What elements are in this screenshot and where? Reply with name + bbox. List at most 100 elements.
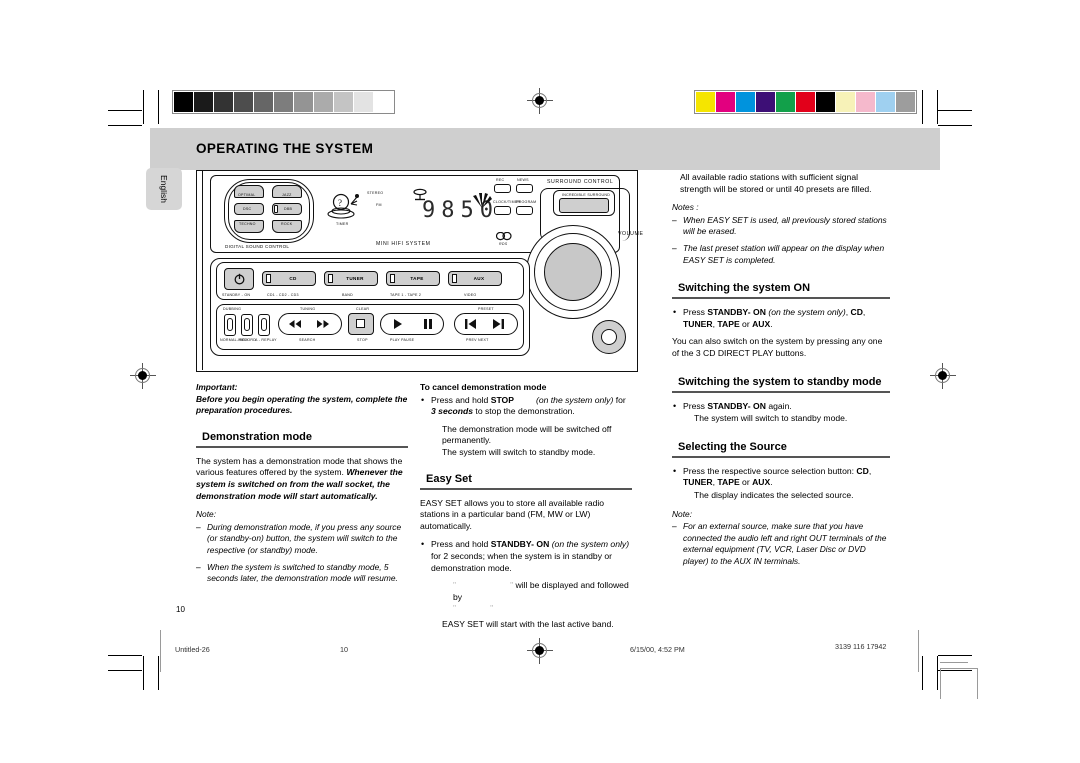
news-button[interactable]	[516, 184, 533, 193]
registration-mark	[130, 363, 156, 389]
surround-control-caption: SURROUND CONTROL	[547, 179, 614, 185]
crop-mark	[108, 655, 142, 656]
timer-label: TIMER	[336, 222, 349, 226]
prev-next-caption: PREV NEXT	[466, 338, 489, 342]
grayscale-swatch-2	[214, 92, 233, 112]
source-button-tape-sublabel: TAPE 1 - TAPE 2	[390, 293, 422, 297]
on-paren: (on the system only)	[768, 307, 846, 318]
play-icon[interactable]	[392, 318, 404, 330]
footer-right-rule	[918, 630, 919, 672]
volume-caption: VOLUME	[618, 231, 644, 237]
grayscale-calibration-bar	[172, 90, 395, 114]
standby-bullet: Press STANDBY- ON again.	[672, 401, 890, 413]
note-item: During demonstration mode, if you press …	[196, 522, 408, 557]
crop-mark	[158, 90, 159, 124]
rec-button[interactable]	[494, 184, 511, 193]
printed-page: OPERATING THE SYSTEM English OPTIMAL JAZ…	[0, 0, 1080, 763]
registration-mark	[527, 88, 553, 114]
easyset-paragraph: EASY SET allows you to store all availab…	[420, 497, 605, 531]
footer-top-rule	[940, 662, 968, 663]
note-item: For an external source, make sure that y…	[672, 521, 890, 567]
crop-mark	[108, 110, 142, 111]
registration-mark	[527, 638, 553, 664]
source-button-cd-sublabel: CD1 - CD2 - CD3	[267, 293, 299, 297]
heading-rule	[672, 297, 890, 300]
grayscale-swatch-9	[354, 92, 373, 112]
tuning-caption: TUNING	[300, 307, 316, 311]
grayscale-swatch-5	[274, 92, 293, 112]
next-track-icon[interactable]	[492, 318, 505, 330]
easyset-pre: Press and hold	[431, 539, 491, 550]
display-quote-open-2: "	[453, 603, 457, 614]
volume-knob-inner[interactable]	[544, 243, 602, 301]
dbb-indicator	[274, 205, 278, 213]
dsc-button-jazz-label: JAZZ	[282, 193, 292, 197]
on-pre: Press	[683, 307, 708, 318]
fast-forward-icon[interactable]	[316, 319, 330, 329]
source-button-tape[interactable]: TAPE	[386, 271, 440, 286]
dsc-button-dsc-label: DSC	[243, 207, 252, 211]
on-button: STANDBY- ON	[707, 307, 766, 318]
page-number: 10	[176, 605, 185, 614]
small-knob-inner	[601, 329, 617, 345]
standby-button: STANDBY- ON	[707, 400, 766, 411]
crop-mark	[938, 125, 972, 126]
standby-pre: Press	[683, 400, 708, 411]
grayscale-swatch-0	[174, 92, 193, 112]
color-swatch-8	[856, 92, 875, 112]
note-label: Note:	[672, 508, 693, 519]
play-pause-group	[380, 313, 444, 335]
crop-mark	[108, 670, 142, 671]
color-swatch-7	[836, 92, 855, 112]
cancel-line-3: The system will switch to standby mode.	[442, 446, 596, 457]
color-swatch-10	[896, 92, 915, 112]
source-button-label: CD	[289, 276, 297, 281]
left-text-column: Important: Before you begin operating th…	[196, 382, 408, 590]
program-button-label: PROGRAM	[516, 200, 537, 204]
footer-box	[940, 668, 978, 699]
source-button-tuner[interactable]: TUNER	[324, 271, 378, 286]
clock-timer-button[interactable]	[494, 206, 511, 215]
chassis-inner-edge	[202, 170, 203, 370]
right-text-column: All available radio stations with suffic…	[672, 172, 890, 572]
heading-switching-on: Switching the system ON	[678, 282, 811, 295]
dubbing-caption: DUBBING	[223, 307, 242, 311]
right-intro: All available radio stations with suffic…	[680, 172, 872, 194]
pause-icon[interactable]	[422, 318, 434, 330]
preset-caption: PRESET	[478, 307, 494, 311]
page-header-band: OPERATING THE SYSTEM	[150, 128, 940, 170]
rewind-icon[interactable]	[288, 319, 302, 329]
color-swatch-1	[716, 92, 735, 112]
incredible-surround-button[interactable]	[559, 198, 609, 213]
source-or: or	[739, 477, 753, 488]
display-quote-close-2: "	[490, 603, 494, 614]
registration-mark	[930, 363, 956, 389]
cancel-bullet: Press and hold STOP(on the system only) …	[420, 395, 632, 418]
rec-button-label: REC	[496, 178, 505, 182]
on-tape: TAPE	[717, 318, 740, 329]
heading-demonstration-mode: Demonstration mode	[202, 430, 313, 443]
signal-strength-icon	[473, 193, 492, 208]
source-button-tuner-sublabel: BAND	[342, 293, 353, 297]
clear-caption: CLEAR	[356, 307, 370, 311]
important-text: Before you begin operating the system, c…	[196, 393, 408, 416]
crop-mark	[922, 90, 923, 124]
standby-on-label: STANDBY - ON	[222, 293, 251, 297]
power-icon	[234, 273, 245, 285]
note-item: When EASY SET is used, all previously st…	[672, 215, 890, 238]
heading-standby: Switching the system to standby mode	[678, 375, 882, 388]
color-swatch-5	[796, 92, 815, 112]
source-button-cd[interactable]: CD	[262, 271, 316, 286]
heading-rule	[672, 455, 890, 458]
note-label: Note:	[196, 509, 217, 520]
language-tab-label: English	[159, 175, 169, 203]
switching-on-bullet: Press STANDBY- ON (on the system only), …	[672, 307, 890, 330]
previous-track-icon[interactable]	[464, 318, 477, 330]
easyset-display-line: " " will be displayed and followed by	[420, 580, 632, 603]
stop-icon	[356, 319, 365, 328]
footer-file-name: Untitled-26	[175, 645, 210, 654]
dsc-button-dbb-label: DBB	[284, 207, 293, 211]
program-button[interactable]	[516, 206, 533, 215]
source-button-aux[interactable]: AUX	[448, 271, 502, 286]
source-button-label: AUX	[473, 276, 485, 281]
